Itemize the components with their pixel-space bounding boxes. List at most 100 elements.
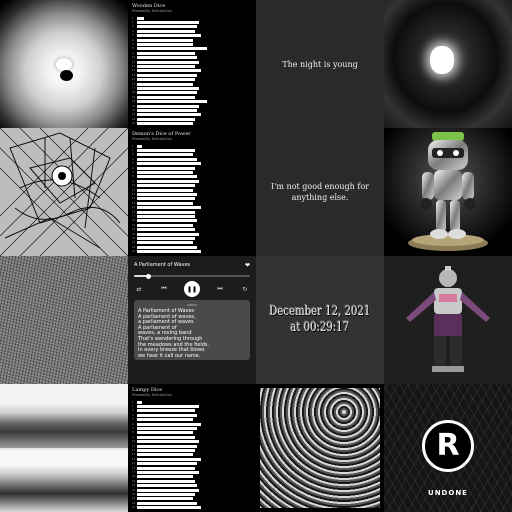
- sketch-art-tile: [0, 128, 128, 256]
- dice-bar: [137, 214, 195, 218]
- dice-subtitle: Probability Distribution: [132, 137, 173, 141]
- date-line: December 12, 2021: [269, 304, 371, 319]
- sketch-drawing: [0, 128, 128, 256]
- dice-bar: [137, 73, 197, 77]
- dice-bar: [137, 64, 195, 68]
- player-header: A Parliament of Waves ❤: [134, 260, 250, 270]
- dice-bar: [137, 250, 201, 254]
- dice-distribution-tile-demon: Demon's Dice of Power Probability Distri…: [128, 128, 256, 256]
- dice-bar: [137, 241, 193, 245]
- dice-bar: [137, 122, 193, 126]
- dice-subtitle: Probability Distribution: [132, 393, 173, 397]
- dice-bar: [137, 475, 193, 479]
- dice-bar: [137, 78, 195, 82]
- landscape-photo-bottom: [0, 450, 128, 512]
- dice-bar: [137, 153, 193, 157]
- gray-texture-tile: [0, 256, 128, 384]
- dice-bar: [137, 448, 195, 452]
- dice-bar: [137, 462, 197, 466]
- dice-bar: [137, 431, 193, 435]
- brand-name: UNDONE: [428, 489, 468, 497]
- dice-bar: [137, 104, 199, 108]
- quote-text: The night is young: [282, 59, 358, 69]
- dice-bar: [137, 506, 201, 510]
- dice-bar: [137, 34, 201, 38]
- dice-distribution-tile-lumpy: Lumpy Dice Probability Distribution 1234…: [128, 384, 256, 512]
- player-controls: ⇄ ⏮ ❚❚ ⏭ ↻: [134, 281, 250, 297]
- dice-bar: [137, 427, 197, 431]
- previous-icon[interactable]: ⏮: [159, 285, 169, 293]
- dice-bar: [137, 457, 201, 461]
- dice-row: 25: [132, 249, 252, 254]
- wave-pattern-tile: [256, 384, 384, 512]
- dice-bar: [137, 16, 144, 20]
- dice-bar: [137, 413, 197, 417]
- dice-bar: [137, 184, 195, 188]
- dice-bar: [137, 166, 195, 170]
- dice-bar: [137, 488, 199, 492]
- shuffle-icon[interactable]: ⇄: [134, 286, 144, 293]
- dice-bar: [137, 91, 197, 95]
- progress-knob[interactable]: [145, 273, 151, 279]
- dice-bar: [137, 206, 201, 210]
- dice-bar: [137, 113, 201, 117]
- dice-bar: [137, 192, 197, 196]
- dice-bar: [137, 47, 207, 51]
- dice-bar: [137, 108, 197, 112]
- quote-tile-night: The night is young: [256, 0, 384, 128]
- cave-light-tile: [384, 0, 512, 128]
- dice-bar: [137, 201, 193, 205]
- logo-letter: R: [436, 428, 460, 463]
- wave-texture: [260, 388, 380, 508]
- dice-bar: [137, 440, 199, 444]
- dice-bar: [137, 400, 142, 404]
- music-player-tile: A Parliament of Waves ❤ ⇄ ⏮ ❚❚ ⏭ ↻ LYRIC…: [128, 256, 256, 384]
- dice-bar: [137, 38, 193, 42]
- dice-bar: [137, 236, 195, 240]
- dice-bar: [137, 56, 197, 60]
- repeat-icon[interactable]: ↻: [240, 286, 250, 293]
- undone-logo-tile: R UNDONE: [384, 384, 512, 512]
- dice-bar: [137, 25, 197, 29]
- lyrics-label: LYRICS: [186, 303, 198, 307]
- dice-distribution-tile-wooden: Wooden Dice Probability Distribution 123…: [128, 0, 256, 128]
- landscape-photos-tile: [0, 384, 128, 512]
- progress-bar[interactable]: [134, 273, 250, 279]
- dice-bar: [137, 210, 195, 214]
- radial-gradient-tile: [0, 0, 128, 128]
- dice-bar: [137, 29, 195, 33]
- lyric-line: we hear it call our name.: [138, 352, 201, 359]
- dice-bar: [137, 466, 195, 470]
- dice-bar: [137, 179, 199, 183]
- dice-bar: [137, 492, 195, 496]
- robot-figure: [384, 128, 512, 256]
- dice-bar: [137, 418, 193, 422]
- heart-icon[interactable]: ❤: [245, 262, 250, 269]
- dice-bar: [137, 470, 199, 474]
- dice-row: 25: [132, 505, 252, 510]
- dice-bar: [137, 188, 193, 192]
- dice-bar: [137, 175, 197, 179]
- dice-bars: 1 2 3 4 5 6 7 8 9 10 11 12 13 14 15 16 17 18 19 20 21 22 23 24 2…: [132, 16, 252, 126]
- date-emboss-tile: December 12, 2021 at 00:29:17: [256, 256, 384, 384]
- dice-bar: [137, 453, 193, 457]
- dice-bar: [137, 232, 199, 236]
- dice-bar: [137, 484, 197, 488]
- dice-bar: [137, 497, 193, 501]
- dice-bar: [137, 51, 195, 55]
- pause-button[interactable]: ❚❚: [184, 281, 200, 297]
- dice-row: 25: [132, 121, 252, 126]
- undone-logo: R: [422, 420, 474, 472]
- light-glow: [430, 46, 454, 74]
- landscape-photo-top: [0, 384, 128, 448]
- next-icon[interactable]: ⏭: [215, 285, 225, 293]
- dice-bar: [137, 197, 195, 201]
- quote-text: I'm not good enough for anything else.: [271, 182, 369, 202]
- dice-bar: [137, 245, 197, 249]
- dice-bar: [137, 501, 197, 505]
- black-orb: [60, 70, 73, 81]
- dice-bar: [137, 60, 199, 64]
- dice-bars: 1 2 3 4 5 6 7 8 9 10 11 12 13 14 15 16 17 18 19 20 21 22 23 24 2…: [132, 400, 252, 510]
- knight-figure: [384, 256, 512, 384]
- image-grid: Wooden Dice Probability Distribution 123…: [0, 0, 512, 512]
